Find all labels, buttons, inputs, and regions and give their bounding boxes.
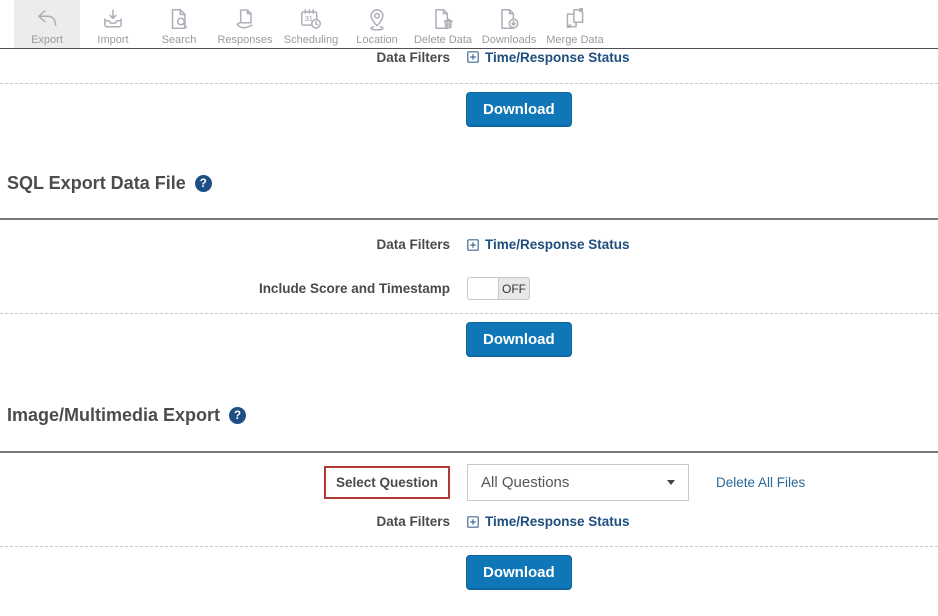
multimedia-export-title: Image/Multimedia Export (7, 405, 220, 426)
question-select-value: All Questions (481, 474, 569, 491)
toolbar-item-scheduling[interactable]: 31 Scheduling (278, 0, 344, 48)
expand-plus-icon (467, 516, 479, 528)
data-filters-row: Data Filters Time/Response Status (0, 513, 938, 530)
toolbar-item-delete-data[interactable]: Delete Data (410, 0, 476, 48)
download-button[interactable]: Download (466, 92, 572, 127)
toggle-knob (468, 278, 499, 299)
top-toolbar: Export Import Search (0, 0, 938, 49)
expand-plus-icon (467, 239, 479, 251)
toolbar-item-merge-data[interactable]: Merge Data (542, 0, 608, 48)
select-question-label-highlighted: Select Question (324, 466, 450, 500)
time-response-status-link[interactable]: Time/Response Status (467, 50, 630, 65)
location-icon (364, 5, 390, 32)
section-divider (0, 218, 938, 220)
scheduling-icon: 31 (298, 5, 324, 32)
download-button[interactable]: Download (466, 555, 572, 590)
sql-export-section: SQL Export Data File ? Data Filters Time… (0, 173, 938, 357)
include-score-row: Include Score and Timestamp OFF (0, 277, 938, 300)
expand-plus-icon (467, 51, 479, 63)
toolbar-item-responses[interactable]: Responses (212, 0, 278, 48)
export-icon (34, 5, 60, 32)
toolbar-item-location[interactable]: Location (344, 0, 410, 48)
data-filters-label: Data Filters (0, 514, 450, 529)
section-heading: SQL Export Data File ? (7, 173, 938, 194)
search-icon (166, 5, 192, 32)
chevron-down-icon (667, 480, 675, 485)
dashed-divider (0, 546, 938, 547)
toolbar-item-downloads[interactable]: Downloads (476, 0, 542, 48)
toolbar-label: Scheduling (284, 34, 338, 46)
data-filters-row: Data Filters Time/Response Status (0, 236, 938, 253)
toolbar-label: Merge Data (546, 34, 603, 46)
import-icon (100, 5, 126, 32)
select-question-row: Select Question All Questions Delete All… (0, 464, 938, 501)
toolbar-label: Location (356, 34, 398, 46)
toolbar-label: Delete Data (414, 34, 472, 46)
dashed-divider (0, 83, 938, 84)
delete-all-files-link[interactable]: Delete All Files (716, 475, 805, 490)
toolbar-label: Import (97, 34, 128, 46)
toggle-state-label: OFF (499, 278, 529, 299)
toolbar-label: Search (162, 34, 197, 46)
time-response-status-link[interactable]: Time/Response Status (467, 514, 630, 529)
merge-data-icon (562, 5, 588, 32)
help-icon[interactable]: ? (195, 175, 212, 192)
data-filters-label: Data Filters (0, 237, 450, 252)
top-export-section: Data Filters Time/Response Status Downlo… (0, 49, 938, 127)
toolbar-item-import[interactable]: Import (80, 0, 146, 48)
downloads-icon (496, 5, 522, 32)
multimedia-export-section: Image/Multimedia Export ? Select Questio… (0, 405, 938, 590)
delete-data-icon (430, 5, 456, 32)
data-filters-row: Data Filters Time/Response Status (0, 49, 938, 65)
help-icon[interactable]: ? (229, 407, 246, 424)
question-select[interactable]: All Questions (467, 464, 689, 501)
toolbar-label: Downloads (482, 34, 536, 46)
time-response-status-label: Time/Response Status (485, 50, 630, 65)
toolbar-label: Responses (217, 34, 272, 46)
download-button[interactable]: Download (466, 322, 572, 357)
responses-icon (232, 5, 258, 32)
include-score-label: Include Score and Timestamp (0, 281, 450, 296)
toolbar-item-export[interactable]: Export (14, 0, 80, 48)
time-response-status-label: Time/Response Status (485, 237, 630, 252)
include-score-toggle[interactable]: OFF (467, 277, 530, 300)
export-page: Export Import Search (0, 0, 938, 616)
dashed-divider (0, 313, 938, 314)
sql-export-title: SQL Export Data File (7, 173, 186, 194)
time-response-status-label: Time/Response Status (485, 514, 630, 529)
section-divider (0, 451, 938, 453)
toolbar-label: Export (31, 34, 63, 46)
section-heading: Image/Multimedia Export ? (7, 405, 938, 426)
time-response-status-link[interactable]: Time/Response Status (467, 237, 630, 252)
data-filters-label: Data Filters (0, 50, 450, 65)
toolbar-item-search[interactable]: Search (146, 0, 212, 48)
